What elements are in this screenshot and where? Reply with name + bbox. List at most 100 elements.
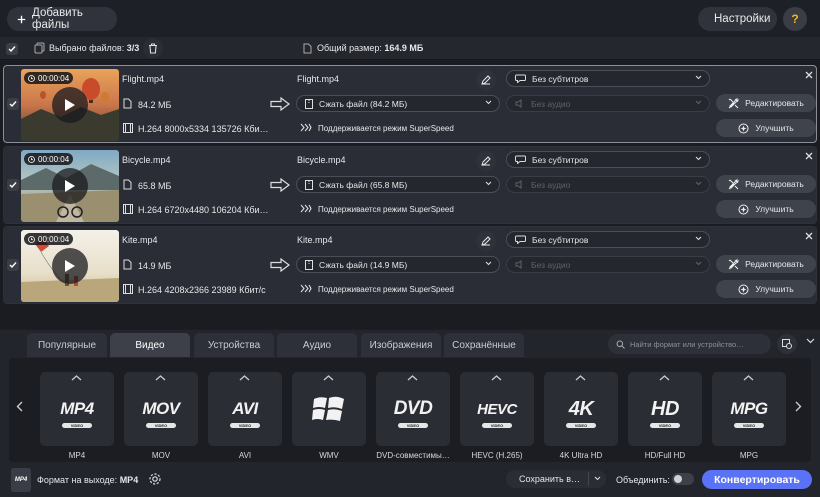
tab-devices[interactable]: Устройства [194, 333, 274, 357]
format-dvd[interactable]: DVD VIDEO DVD-совместимы… [376, 372, 450, 460]
output-file-name[interactable]: Kite.mp4 [297, 235, 333, 245]
format-mpg[interactable]: MPG VIDEO MPG [712, 372, 786, 460]
format-mp4[interactable]: MP4 VIDEO MP4 [40, 372, 114, 460]
file-name: Kite.mp4 [122, 235, 158, 245]
format-avi[interactable]: AVI VIDEO AVI [208, 372, 282, 460]
help-button[interactable]: ? [783, 7, 807, 31]
file-checkbox[interactable] [7, 98, 19, 110]
audio-dropdown[interactable]: Без аудио [506, 256, 710, 273]
chevron-down-icon [695, 100, 702, 105]
output-file-name[interactable]: Flight.mp4 [297, 74, 339, 84]
file-checkbox[interactable] [7, 259, 19, 271]
chevron-down-icon [695, 181, 702, 186]
subtitles-dropdown[interactable]: Без субтитров [506, 231, 710, 248]
enhance-button[interactable]: Улучшить [716, 119, 816, 137]
format-tile[interactable]: HD VIDEO [628, 372, 702, 446]
video-thumbnail[interactable]: 00:00:04 [21, 150, 119, 222]
format-tile[interactable]: 4K VIDEO [544, 372, 618, 446]
chevron-down-icon [695, 261, 702, 266]
format-tile[interactable] [292, 372, 366, 446]
rename-button[interactable] [476, 151, 496, 171]
enhance-label: Улучшить [755, 284, 794, 294]
chevron-right-icon[interactable] [795, 401, 802, 412]
convert-arrow-icon [270, 97, 290, 111]
delete-selected-button[interactable] [143, 38, 163, 58]
format-logo: HEVC [477, 400, 517, 418]
subtitles-dropdown[interactable]: Без субтитров [506, 151, 710, 168]
select-all-checkbox[interactable] [6, 43, 18, 55]
output-format-icon[interactable]: MP4 [11, 468, 31, 492]
speaker-icon [515, 99, 522, 108]
video-thumbnail[interactable]: 00:00:04 [21, 69, 119, 141]
collapse-panel-icon[interactable] [806, 338, 815, 344]
subtitles-label: Без субтитров [532, 234, 589, 245]
format-tile[interactable]: AVI VIDEO [208, 372, 282, 446]
custom-format-button[interactable] [777, 334, 797, 354]
format-caption: WMV [319, 451, 339, 460]
format-sub-badge: VIDEO [146, 423, 176, 428]
video-thumbnail[interactable]: 00:00:04 [21, 230, 119, 302]
format-hevc[interactable]: HEVC VIDEO HEVC (H.265) [460, 372, 534, 460]
output-file-name[interactable]: Bicycle.mp4 [297, 155, 346, 165]
audio-dropdown[interactable]: Без аудио [506, 95, 710, 112]
tab-audio[interactable]: Аудио [277, 333, 357, 357]
tools-icon [728, 258, 739, 269]
close-icon[interactable] [805, 71, 813, 79]
settings-button[interactable]: Настройки [698, 7, 777, 31]
play-button[interactable] [52, 248, 88, 284]
audio-dropdown[interactable]: Без аудио [506, 176, 710, 193]
compress-dropdown[interactable]: Сжать файл (84.2 МБ) [296, 95, 500, 112]
play-button[interactable] [52, 87, 88, 123]
compress-label: Сжать файл (84.2 МБ) [319, 98, 408, 109]
enhance-button[interactable]: Улучшить [716, 280, 816, 298]
convert-arrow-icon [270, 178, 290, 192]
custom-format-icon [782, 339, 792, 349]
rename-button[interactable] [476, 70, 496, 90]
edit-button[interactable]: Редактировать [716, 94, 816, 112]
format-4k[interactable]: 4K VIDEO 4K Ultra HD [544, 372, 618, 460]
archive-icon [305, 179, 313, 190]
compress-dropdown[interactable]: Сжать файл (14.9 МБ) [296, 256, 500, 273]
format-hd[interactable]: HD VIDEO HD/Full HD [628, 372, 702, 460]
format-tile[interactable]: MP4 VIDEO [40, 372, 114, 446]
archive-icon [305, 259, 313, 270]
format-tile[interactable]: DVD VIDEO [376, 372, 450, 446]
save-to-dropdown[interactable]: Сохранить в… [506, 470, 606, 488]
close-icon[interactable] [805, 152, 813, 160]
add-files-button[interactable]: Добавить файлы [7, 7, 117, 31]
tab-popular[interactable]: Популярные [27, 333, 107, 357]
duration-text: 00:00:04 [38, 154, 70, 164]
edit-button[interactable]: Редактировать [716, 255, 816, 273]
tab-video[interactable]: Видео [110, 333, 190, 357]
file-row[interactable]: 00:00:04 Bicycle.mp4 65.8 МБ H.264 6720x… [3, 146, 817, 224]
format-wmv[interactable]: WMV [292, 372, 366, 460]
file-checkbox[interactable] [7, 179, 19, 191]
convert-arrow-icon [270, 258, 290, 272]
format-mov[interactable]: MOV VIDEO MOV [124, 372, 198, 460]
file-size: 65.8 МБ [138, 181, 172, 191]
subtitles-dropdown[interactable]: Без субтитров [506, 70, 710, 87]
format-search-input[interactable]: Найти формат или устройство… [608, 334, 771, 354]
rename-button[interactable] [476, 231, 496, 251]
format-tile[interactable]: MOV VIDEO [124, 372, 198, 446]
file-row[interactable]: 00:00:04 Kite.mp4 14.9 МБ H.264 4208x236… [3, 226, 817, 304]
format-tile[interactable]: HEVC VIDEO [460, 372, 534, 446]
gear-icon[interactable] [148, 472, 162, 486]
format-tile[interactable]: MPG VIDEO [712, 372, 786, 446]
compress-dropdown[interactable]: Сжать файл (65.8 МБ) [296, 176, 500, 193]
convert-button[interactable]: Конвертировать [702, 470, 812, 489]
enhance-button[interactable]: Улучшить [716, 200, 816, 218]
play-button[interactable] [52, 168, 88, 204]
chevron-left-icon[interactable] [16, 401, 23, 412]
edit-button[interactable]: Редактировать [716, 175, 816, 193]
merge-toggle[interactable] [672, 473, 694, 485]
tab-saved[interactable]: Сохранённые [444, 333, 524, 357]
enhance-icon [738, 284, 749, 294]
close-icon[interactable] [805, 232, 813, 240]
duration-badge: 00:00:04 [24, 72, 74, 84]
format-logo: 4K [568, 397, 594, 420]
file-row[interactable]: 00:00:04 Flight.mp4 84.2 МБ H.264 8000x5… [3, 65, 817, 143]
selection-bar: Выбрано файлов: 3/3 Общий размер: 164.9 … [0, 37, 820, 60]
tab-images[interactable]: Изображения [361, 333, 441, 357]
total-size-text: Общий размер: 164.9 МБ [317, 43, 423, 53]
